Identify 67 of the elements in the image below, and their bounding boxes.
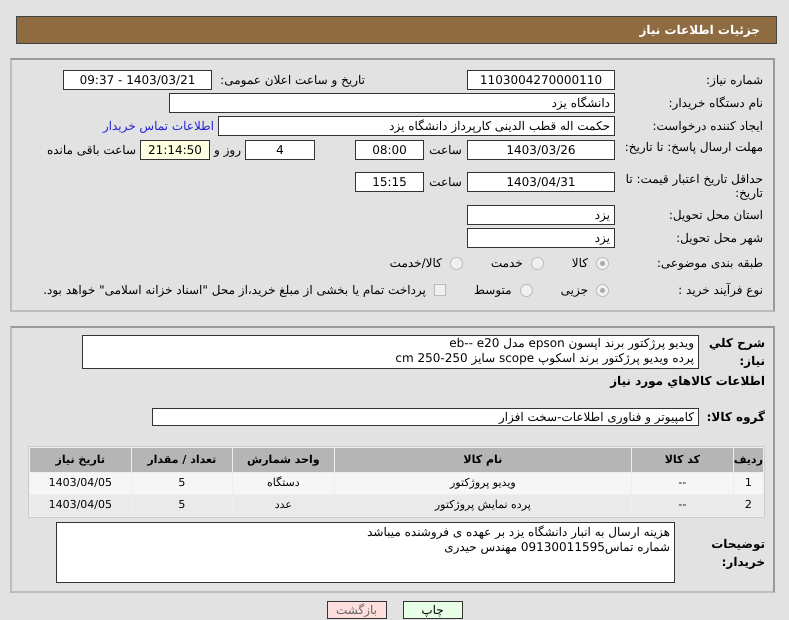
checkbox-label: پرداخت تمام یا بخشی از مبلغ خرید،از محل "اسناد خزانه اسلامی" خواهد بود. [43, 282, 426, 299]
field-label: طبقه بندی موضوعی: [656, 256, 763, 270]
column-header: تاریخ نیاز [30, 448, 131, 472]
value-field: 08:00 [355, 140, 424, 160]
column-header: ردیف [734, 448, 763, 472]
radio-label: متوسط [474, 282, 512, 299]
radio-label: جزیی [560, 282, 588, 299]
table-cell-text: ویدیو پروژکتور [448, 475, 517, 492]
value-field: 1103004270000110 [467, 70, 615, 90]
notes-textarea[interactable]: هزینه ارسال به انبار دانشگاه یزد بر عهده ی فروشنده میباشد شماره تماس09130011595 مهندس حیدری [56, 522, 675, 583]
table-cell-text: 1403/04/05 [48, 475, 113, 492]
time-label: ساعت [428, 142, 463, 159]
table-cell-text: 5 [177, 475, 186, 492]
radio-button[interactable] [520, 284, 533, 296]
radio-label: کالا [572, 255, 588, 272]
field-label: شماره نیاز: [705, 73, 763, 87]
table-cell-text: پرده نمایش پروژکتور [433, 497, 532, 514]
days-label: روز و [212, 142, 242, 159]
table-cell-text: 2 [744, 497, 753, 514]
description-textarea[interactable]: ویدیو پرژکتور برند اپسون epson مدل eb-- e20 پرده ویدیو پرژکتور برند اسکوپ scope سایز 250-250 cm [82, 335, 699, 369]
column-header: کد کالا [632, 448, 733, 472]
field-label: مهلت ارسال پاسخ: تا تاریخ: [624, 140, 763, 154]
value-field: حکمت اله قطب الدینی کارپرداز دانشگاه یزد [218, 116, 615, 136]
table-cell-text: 5 [177, 497, 186, 514]
radio-button[interactable] [596, 256, 609, 270]
field-label: نام دستگاه خریدار: [668, 96, 763, 110]
table-cell-text: 1403/04/05 [48, 497, 113, 514]
column-header: تعداد / مقدار [132, 448, 232, 472]
remaining-label: ساعت باقی مانده [46, 142, 136, 159]
value-field: 1403/04/31 [467, 172, 615, 192]
back-button[interactable]: بازگشت [326, 601, 386, 619]
table-cell-text: -- [677, 475, 688, 492]
value-field: 15:15 [355, 172, 424, 192]
buyer-contact-link[interactable]: اطلاعات تماس خریدار [102, 117, 214, 135]
field-label: ایجاد کننده درخواست: [651, 119, 763, 133]
field-label: نوع فرآیند خرید : [677, 283, 763, 297]
field-label: شرح کلي نياز: [708, 335, 765, 370]
table-cell-text: 1 [744, 475, 753, 492]
value-field: یزد [467, 228, 615, 248]
field-label: شهر محل تحویل: [675, 231, 763, 245]
column-header: نام کالا [334, 448, 632, 472]
print-button[interactable]: چاپ [402, 601, 462, 619]
field-label: گروه کالا: [706, 409, 765, 426]
goods-group-field: کامپیوتر و فناوری اطلاعات-سخت افزار [152, 408, 699, 426]
table-cell-text: دستگاه [266, 475, 301, 492]
table-cell-text: -- [677, 497, 688, 514]
column-header: واحد شمارش [233, 448, 334, 472]
field-label: استان محل تحویل: [668, 208, 763, 222]
time-label: ساعت [428, 174, 463, 191]
field-label: حداقل تاریخ اعتبار قیمت: تا تاریخ: [624, 172, 763, 200]
radio-label: کالا/خدمت [390, 255, 442, 272]
table-cell-text: عدد [274, 497, 293, 514]
value-field: 1403/03/21 - 09:37 [63, 70, 212, 90]
value-field: 4 [245, 140, 315, 160]
checkbox[interactable] [434, 284, 446, 296]
section-heading: اطلاعات کالاهاي مورد نياز [608, 373, 765, 390]
value-field: 1403/03/26 [467, 140, 615, 160]
radio-label: خدمت [490, 255, 523, 272]
field-label: تاریخ و ساعت اعلان عمومی: [219, 73, 365, 87]
value-field: یزد [467, 205, 615, 225]
value-field: دانشگاه یزد [169, 93, 615, 113]
radio-button[interactable] [596, 284, 609, 296]
radio-button[interactable] [450, 256, 463, 270]
field-label: توضیحات خریدار: [710, 536, 765, 570]
page-title: جزئیات اطلاعات نیاز [639, 22, 760, 39]
radio-button[interactable] [530, 256, 544, 270]
value-field: 21:14:50 [140, 140, 210, 160]
